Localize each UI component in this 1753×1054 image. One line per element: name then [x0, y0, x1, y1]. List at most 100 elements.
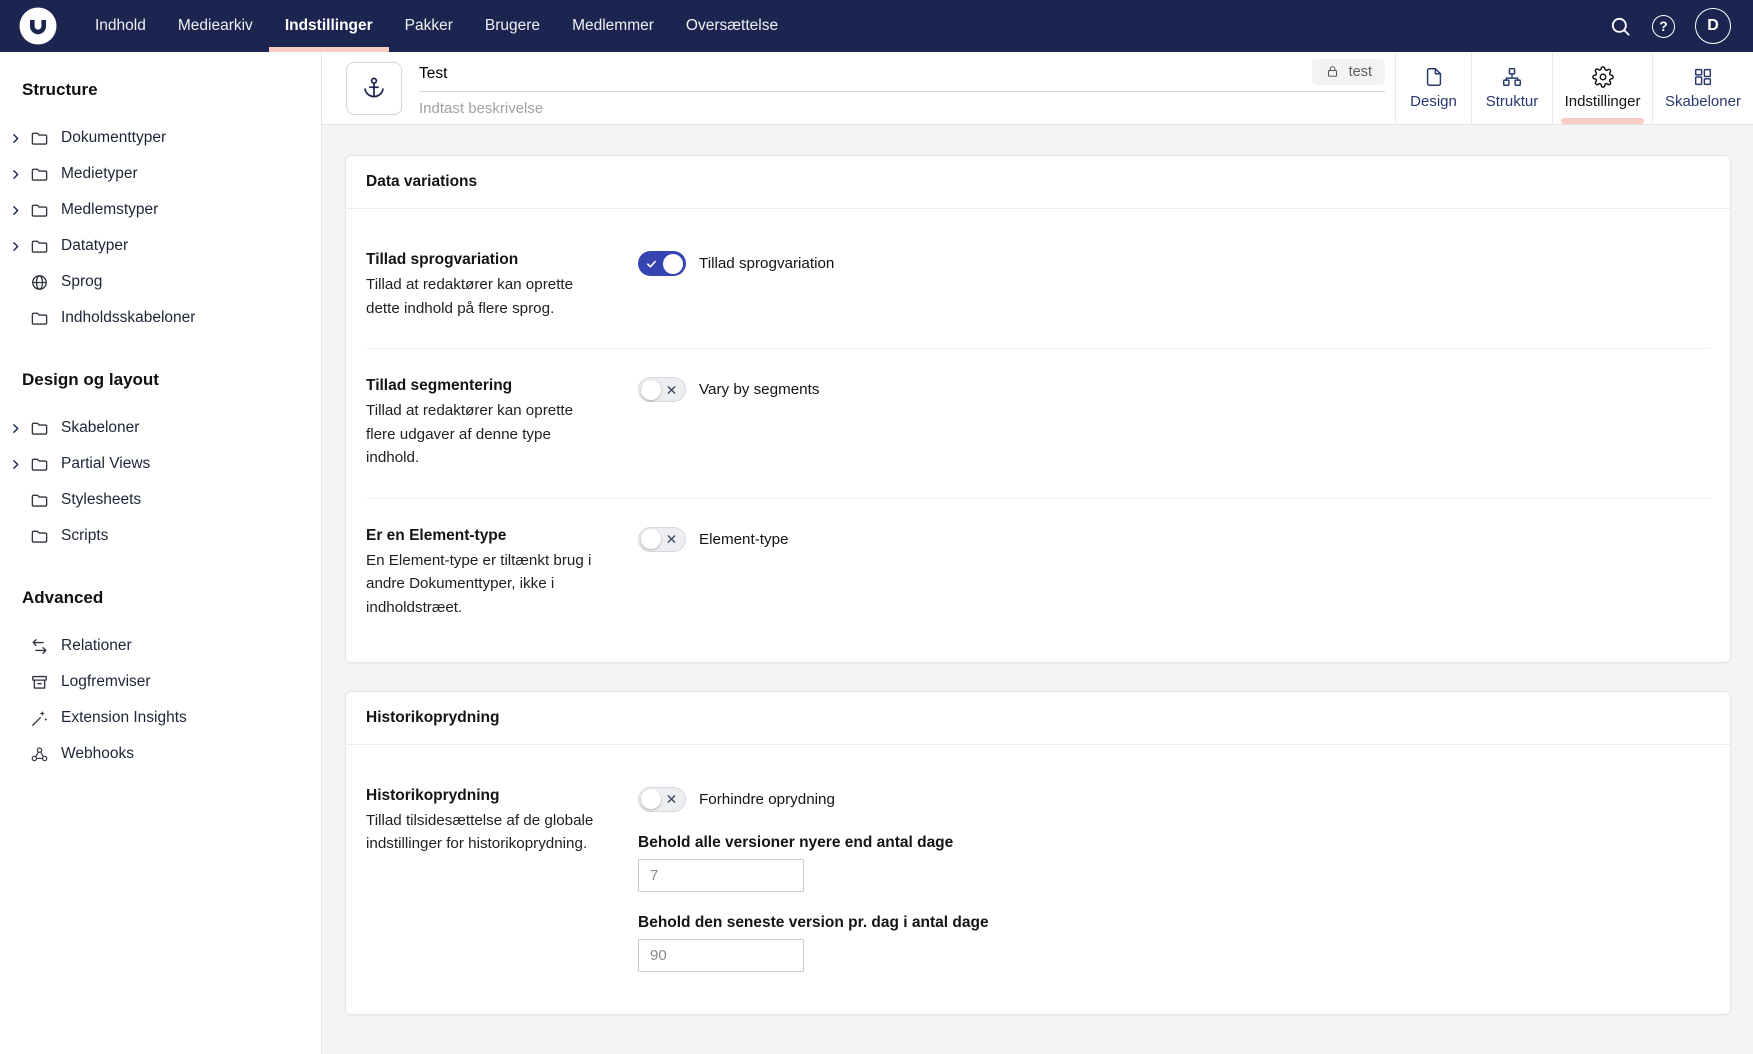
- sidebar-item-extension-insights[interactable]: Extension Insights: [0, 700, 321, 736]
- property-row-historikoprydning: Historikoprydning Tillad tilsidesættelse…: [366, 759, 1710, 1000]
- field-keep-latest-version: Behold den seneste version pr. dag i ant…: [638, 914, 1710, 972]
- lock-icon: [1325, 64, 1340, 79]
- tab-skabeloner[interactable]: Skabeloner: [1652, 52, 1753, 124]
- tab-design[interactable]: Design: [1395, 52, 1471, 124]
- nav-item-medlemmer[interactable]: Medlemmer: [556, 0, 670, 52]
- chevron-right-icon[interactable]: [9, 240, 24, 253]
- toggle-knob: [641, 380, 661, 400]
- sidebar-item-label: Medlemstyper: [61, 201, 158, 219]
- nav-item-mediearkiv[interactable]: Mediearkiv: [162, 0, 269, 52]
- property-label: Tillad sprogvariation: [366, 251, 598, 269]
- sidebar-item-skabeloner[interactable]: Skabeloner: [0, 410, 321, 446]
- toggle-knob: [641, 529, 661, 549]
- sidebar-item-logfremviser[interactable]: Logfremviser: [0, 664, 321, 700]
- document-type-header: test Design: [322, 52, 1753, 125]
- tab-label: Skabeloner: [1665, 93, 1741, 110]
- folder-icon: [30, 491, 50, 510]
- sidebar-item-label: Partial Views: [61, 455, 150, 473]
- toggle-knob: [641, 789, 661, 809]
- swap-arrows-icon: [30, 637, 50, 656]
- settings-tree-sidebar: Structure Dokumenttyper Medietyper Medle…: [0, 52, 322, 1054]
- toggle-label: Forhindre oprydning: [699, 791, 835, 808]
- toggle-element-type[interactable]: [638, 527, 686, 552]
- sidebar-item-relationer[interactable]: Relationer: [0, 628, 321, 664]
- property-description: Tillad at redaktører kan oprette flere u…: [366, 399, 598, 470]
- blocks-icon: [1692, 66, 1714, 88]
- field-keep-all-versions: Behold alle versioner nyere end antal da…: [638, 834, 1710, 892]
- sidebar-item-label: Webhooks: [61, 745, 134, 763]
- keep-latest-version-days-input[interactable]: [638, 939, 804, 972]
- globe-icon: [30, 273, 50, 292]
- wand-icon: [30, 709, 50, 728]
- toggle-forhindre-oprydning[interactable]: [638, 787, 686, 812]
- folder-icon: [30, 129, 50, 148]
- nav-right-actions: ? D: [1608, 8, 1753, 44]
- sidebar-section-title: Advanced: [22, 588, 321, 608]
- sidebar-item-label: Datatyper: [61, 237, 128, 255]
- sidebar-item-sprog[interactable]: Sprog: [0, 264, 321, 300]
- webhook-icon: [30, 745, 50, 764]
- toggle-segmentering[interactable]: [638, 377, 686, 402]
- alias-badge[interactable]: test: [1312, 59, 1385, 85]
- settings-content: Data variations Tillad sprogvariation Ti…: [322, 125, 1753, 1054]
- chevron-right-icon[interactable]: [9, 422, 24, 435]
- sidebar-item-label: Sprog: [61, 273, 102, 291]
- sidebar-section-title: Design og layout: [22, 370, 321, 390]
- nav-item-pakker[interactable]: Pakker: [389, 0, 469, 52]
- sidebar-item-label: Skabeloner: [61, 419, 139, 437]
- top-navigation: Indhold Mediearkiv Indstillinger Pakker …: [0, 0, 1753, 52]
- toggle-label: Vary by segments: [699, 381, 819, 398]
- name-input[interactable]: [419, 62, 1312, 85]
- sidebar-item-dokumenttyper[interactable]: Dokumenttyper: [0, 120, 321, 156]
- property-description: En Element-type er tiltænkt brug i andre…: [366, 549, 598, 620]
- cross-icon: [667, 385, 676, 394]
- keep-versions-days-input[interactable]: [638, 859, 804, 892]
- sidebar-item-datatyper[interactable]: Datatyper: [0, 228, 321, 264]
- umbraco-logo-icon[interactable]: [19, 7, 57, 45]
- sidebar-section-design-og-layout: Design og layout Skabeloner Partial View…: [0, 370, 321, 554]
- sidebar-item-partial-views[interactable]: Partial Views: [0, 446, 321, 482]
- nav-item-oversaettelse[interactable]: Oversættelse: [670, 0, 794, 52]
- nav-item-brugere[interactable]: Brugere: [469, 0, 556, 52]
- document-icon: [1423, 66, 1445, 88]
- property-description: Tillad tilsidesættelse af de globale ind…: [366, 809, 598, 856]
- sitemap-icon: [1501, 66, 1523, 88]
- description-input[interactable]: [419, 92, 1385, 117]
- sidebar-item-stylesheets[interactable]: Stylesheets: [0, 482, 321, 518]
- tab-indstillinger[interactable]: Indstillinger: [1552, 52, 1652, 124]
- folder-icon: [30, 455, 50, 474]
- user-avatar[interactable]: D: [1695, 8, 1731, 44]
- cross-icon: [667, 535, 676, 544]
- sidebar-item-indholdsskabeloner[interactable]: Indholdsskabeloner: [0, 300, 321, 336]
- sidebar-section-structure: Structure Dokumenttyper Medietyper Medle…: [0, 80, 321, 336]
- archive-icon: [30, 673, 50, 692]
- sidebar-item-label: Scripts: [61, 527, 108, 545]
- anchor-icon: [361, 75, 387, 101]
- search-icon[interactable]: [1608, 14, 1632, 38]
- sidebar-item-medlemstyper[interactable]: Medlemstyper: [0, 192, 321, 228]
- workspace-tabs: Design Struktur: [1395, 52, 1753, 124]
- sidebar-item-label: Indholdsskabeloner: [61, 309, 195, 327]
- chevron-right-icon[interactable]: [9, 204, 24, 217]
- chevron-right-icon[interactable]: [9, 132, 24, 145]
- chevron-right-icon[interactable]: [9, 458, 24, 471]
- sidebar-item-medietyper[interactable]: Medietyper: [0, 156, 321, 192]
- folder-icon: [30, 309, 50, 328]
- card-title: Historikoprydning: [346, 692, 1730, 745]
- toggle-sprogvariation[interactable]: [638, 251, 686, 276]
- sidebar-item-label: Relationer: [61, 637, 132, 655]
- sidebar-item-scripts[interactable]: Scripts: [0, 518, 321, 554]
- property-label: Tillad segmentering: [366, 377, 598, 395]
- card-historikoprydning: Historikoprydning Historikoprydning Till…: [345, 691, 1731, 1015]
- chevron-right-icon[interactable]: [9, 168, 24, 181]
- property-description: Tillad at redaktører kan oprette dette i…: [366, 273, 598, 320]
- help-icon[interactable]: ?: [1652, 15, 1675, 38]
- tab-struktur[interactable]: Struktur: [1471, 52, 1552, 124]
- sidebar-item-webhooks[interactable]: Webhooks: [0, 736, 321, 772]
- field-label: Behold alle versioner nyere end antal da…: [638, 834, 1710, 852]
- property-label: Historikoprydning: [366, 787, 598, 805]
- folder-icon: [30, 237, 50, 256]
- nav-item-indhold[interactable]: Indhold: [79, 0, 162, 52]
- nav-item-indstillinger[interactable]: Indstillinger: [269, 0, 389, 52]
- document-type-icon-button[interactable]: [346, 62, 402, 115]
